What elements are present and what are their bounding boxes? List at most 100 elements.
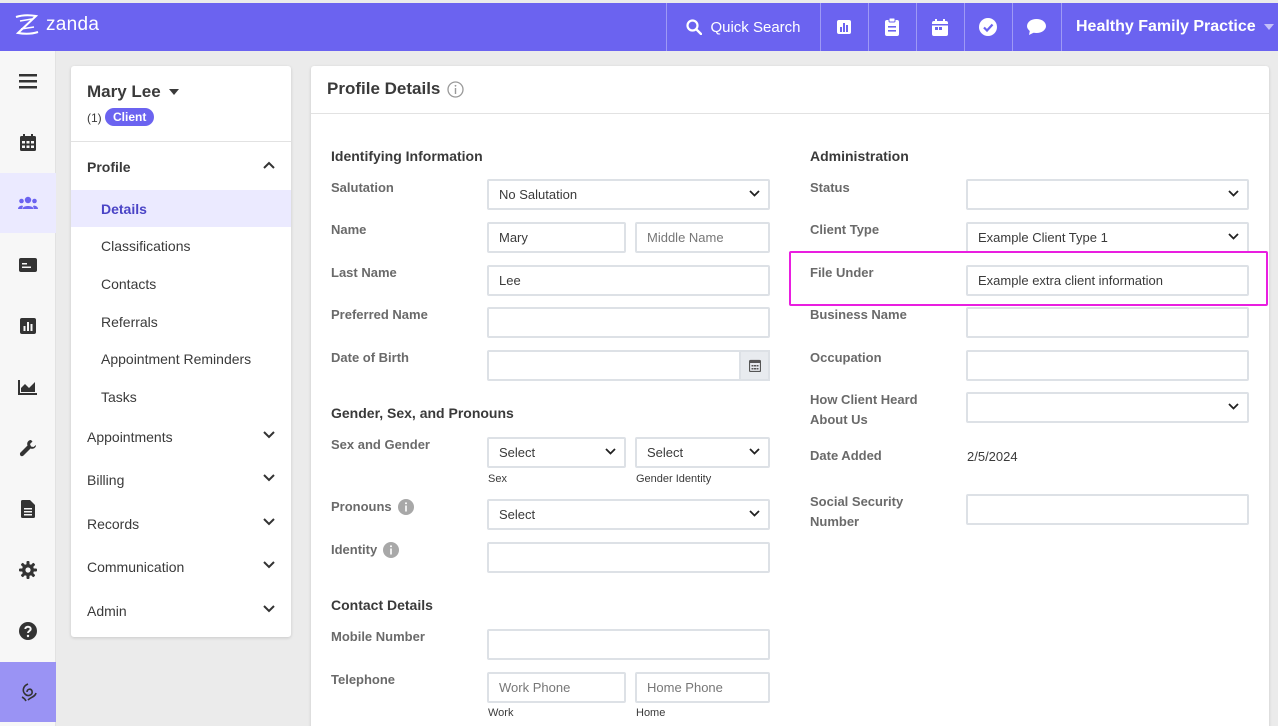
- salutation-value: No Salutation: [499, 187, 578, 202]
- completed-button[interactable]: [964, 3, 1012, 51]
- mobile-field[interactable]: [487, 629, 770, 660]
- chevron-down-icon: [749, 448, 760, 455]
- page-title: Profile Details: [327, 79, 465, 99]
- client-type-label: Client Type: [810, 222, 880, 237]
- ssn-field[interactable]: [966, 494, 1249, 525]
- preferred-name-label: Preferred Name: [331, 307, 428, 322]
- info-icon[interactable]: [447, 80, 465, 98]
- work-phone-field[interactable]: Work Phone: [487, 672, 626, 703]
- help-icon: [19, 622, 37, 640]
- rail-brand[interactable]: [0, 662, 56, 722]
- business-name-label: Business Name: [810, 307, 907, 322]
- logo-text: zanda: [46, 14, 100, 35]
- ssn-label-line1: Social Security: [810, 494, 904, 509]
- middle-name-field[interactable]: Middle Name: [635, 222, 770, 253]
- nav-section-label: Communication: [87, 559, 185, 575]
- preferred-name-field[interactable]: [487, 307, 770, 338]
- nav-admin-section[interactable]: Admin: [71, 592, 291, 630]
- messages-button[interactable]: [1012, 3, 1060, 51]
- caret-down-icon: [168, 89, 179, 95]
- calendar-icon: [932, 18, 948, 36]
- nav-section-label: Appointments: [87, 429, 173, 445]
- nav-item-label: Appointment Reminders: [101, 350, 252, 367]
- how-heard-select[interactable]: [966, 392, 1249, 423]
- nav-appointments-section[interactable]: Appointments: [71, 418, 291, 456]
- rail-calendar[interactable]: [0, 112, 56, 172]
- nav-item-appointment-reminders[interactable]: Appointment Reminders: [71, 340, 291, 377]
- divider: [71, 141, 291, 142]
- nav-section-label: Billing: [87, 472, 125, 488]
- rail-clients[interactable]: [0, 173, 56, 233]
- billing-card-icon: [19, 258, 37, 272]
- gender-heading: Gender, Sex, and Pronouns: [331, 405, 514, 421]
- home-phone-placeholder: Home Phone: [647, 680, 723, 695]
- file-under-highlight: [789, 251, 1268, 306]
- document-icon: [21, 500, 35, 518]
- chevron-down-icon: [263, 605, 275, 613]
- reports-icon: [20, 318, 36, 334]
- sex-select[interactable]: Select: [487, 437, 626, 468]
- dob-field[interactable]: [487, 350, 770, 381]
- nav-item-details[interactable]: Details: [71, 190, 291, 227]
- client-name-dropdown[interactable]: Mary Lee: [87, 82, 179, 102]
- nav-item-classifications[interactable]: Classifications: [71, 227, 291, 264]
- ssn-label-line2: Number: [810, 514, 860, 529]
- pronouns-label-text: Pronouns: [331, 499, 392, 514]
- rail-help[interactable]: [0, 601, 56, 661]
- calendar-icon: [748, 359, 761, 372]
- business-name-field[interactable]: [966, 307, 1249, 338]
- client-count: (1): [87, 111, 102, 125]
- last-name-field[interactable]: Lee: [487, 265, 770, 296]
- identity-field[interactable]: [487, 542, 770, 573]
- rail-settings[interactable]: [0, 540, 56, 600]
- telephone-label: Telephone: [331, 672, 396, 687]
- zanda-logo[interactable]: zanda: [12, 12, 99, 38]
- date-picker-button[interactable]: [739, 350, 770, 381]
- how-heard-label-line2: About Us: [810, 412, 868, 427]
- salutation-select[interactable]: No Salutation: [487, 179, 770, 210]
- client-type-select[interactable]: Example Client Type 1: [966, 222, 1249, 253]
- nav-item-label: Tasks: [101, 388, 137, 405]
- rail-tools[interactable]: [0, 418, 56, 478]
- practice-switcher[interactable]: Healthy Family Practice: [1062, 3, 1278, 51]
- nav-communication-section[interactable]: Communication: [71, 548, 291, 586]
- rail-reports[interactable]: [0, 296, 56, 356]
- tasks-button[interactable]: [868, 3, 916, 51]
- ssn-label: Social Security Number: [810, 492, 903, 532]
- first-name-value: Mary: [499, 230, 528, 245]
- occupation-field[interactable]: [966, 350, 1249, 381]
- chevron-down-icon: [1228, 233, 1239, 240]
- info-icon[interactable]: [383, 542, 400, 558]
- first-name-field[interactable]: Mary: [487, 222, 626, 253]
- pronouns-select[interactable]: Select: [487, 499, 770, 530]
- nav-item-contacts[interactable]: Contacts: [71, 265, 291, 302]
- nav-item-label: Classifications: [101, 237, 191, 254]
- nav-profile-section[interactable]: Profile: [71, 148, 291, 186]
- nav-item-referrals[interactable]: Referrals: [71, 303, 291, 340]
- quick-search-button[interactable]: Quick Search: [667, 3, 820, 51]
- info-icon[interactable]: [397, 499, 414, 515]
- rail-analytics[interactable]: [0, 357, 56, 417]
- pronouns-value: Select: [499, 507, 536, 522]
- identity-label-text: Identity: [331, 542, 378, 557]
- nav-item-tasks[interactable]: Tasks: [71, 378, 291, 415]
- nav-records-section[interactable]: Records: [71, 505, 291, 543]
- reports-icon: [837, 20, 851, 34]
- home-phone-field[interactable]: Home Phone: [635, 672, 770, 703]
- identity-label: Identity: [331, 540, 400, 560]
- rail-documents[interactable]: [0, 479, 56, 539]
- contact-details-heading: Contact Details: [331, 597, 433, 613]
- reports-button[interactable]: [820, 3, 868, 51]
- calendar-button[interactable]: [916, 3, 964, 51]
- gender-identity-sublabel: Gender Identity: [636, 473, 712, 485]
- nav-billing-section[interactable]: Billing: [71, 461, 291, 499]
- chevron-down-icon: [263, 431, 275, 439]
- chevron-down-icon: [263, 474, 275, 482]
- identifying-info-heading: Identifying Information: [331, 148, 483, 164]
- chevron-down-icon: [605, 448, 616, 455]
- rail-menu[interactable]: [0, 51, 56, 111]
- rail-billing[interactable]: [0, 235, 56, 295]
- chevron-down-icon: [749, 190, 760, 197]
- gender-identity-select[interactable]: Select: [635, 437, 770, 468]
- status-select[interactable]: [966, 179, 1249, 210]
